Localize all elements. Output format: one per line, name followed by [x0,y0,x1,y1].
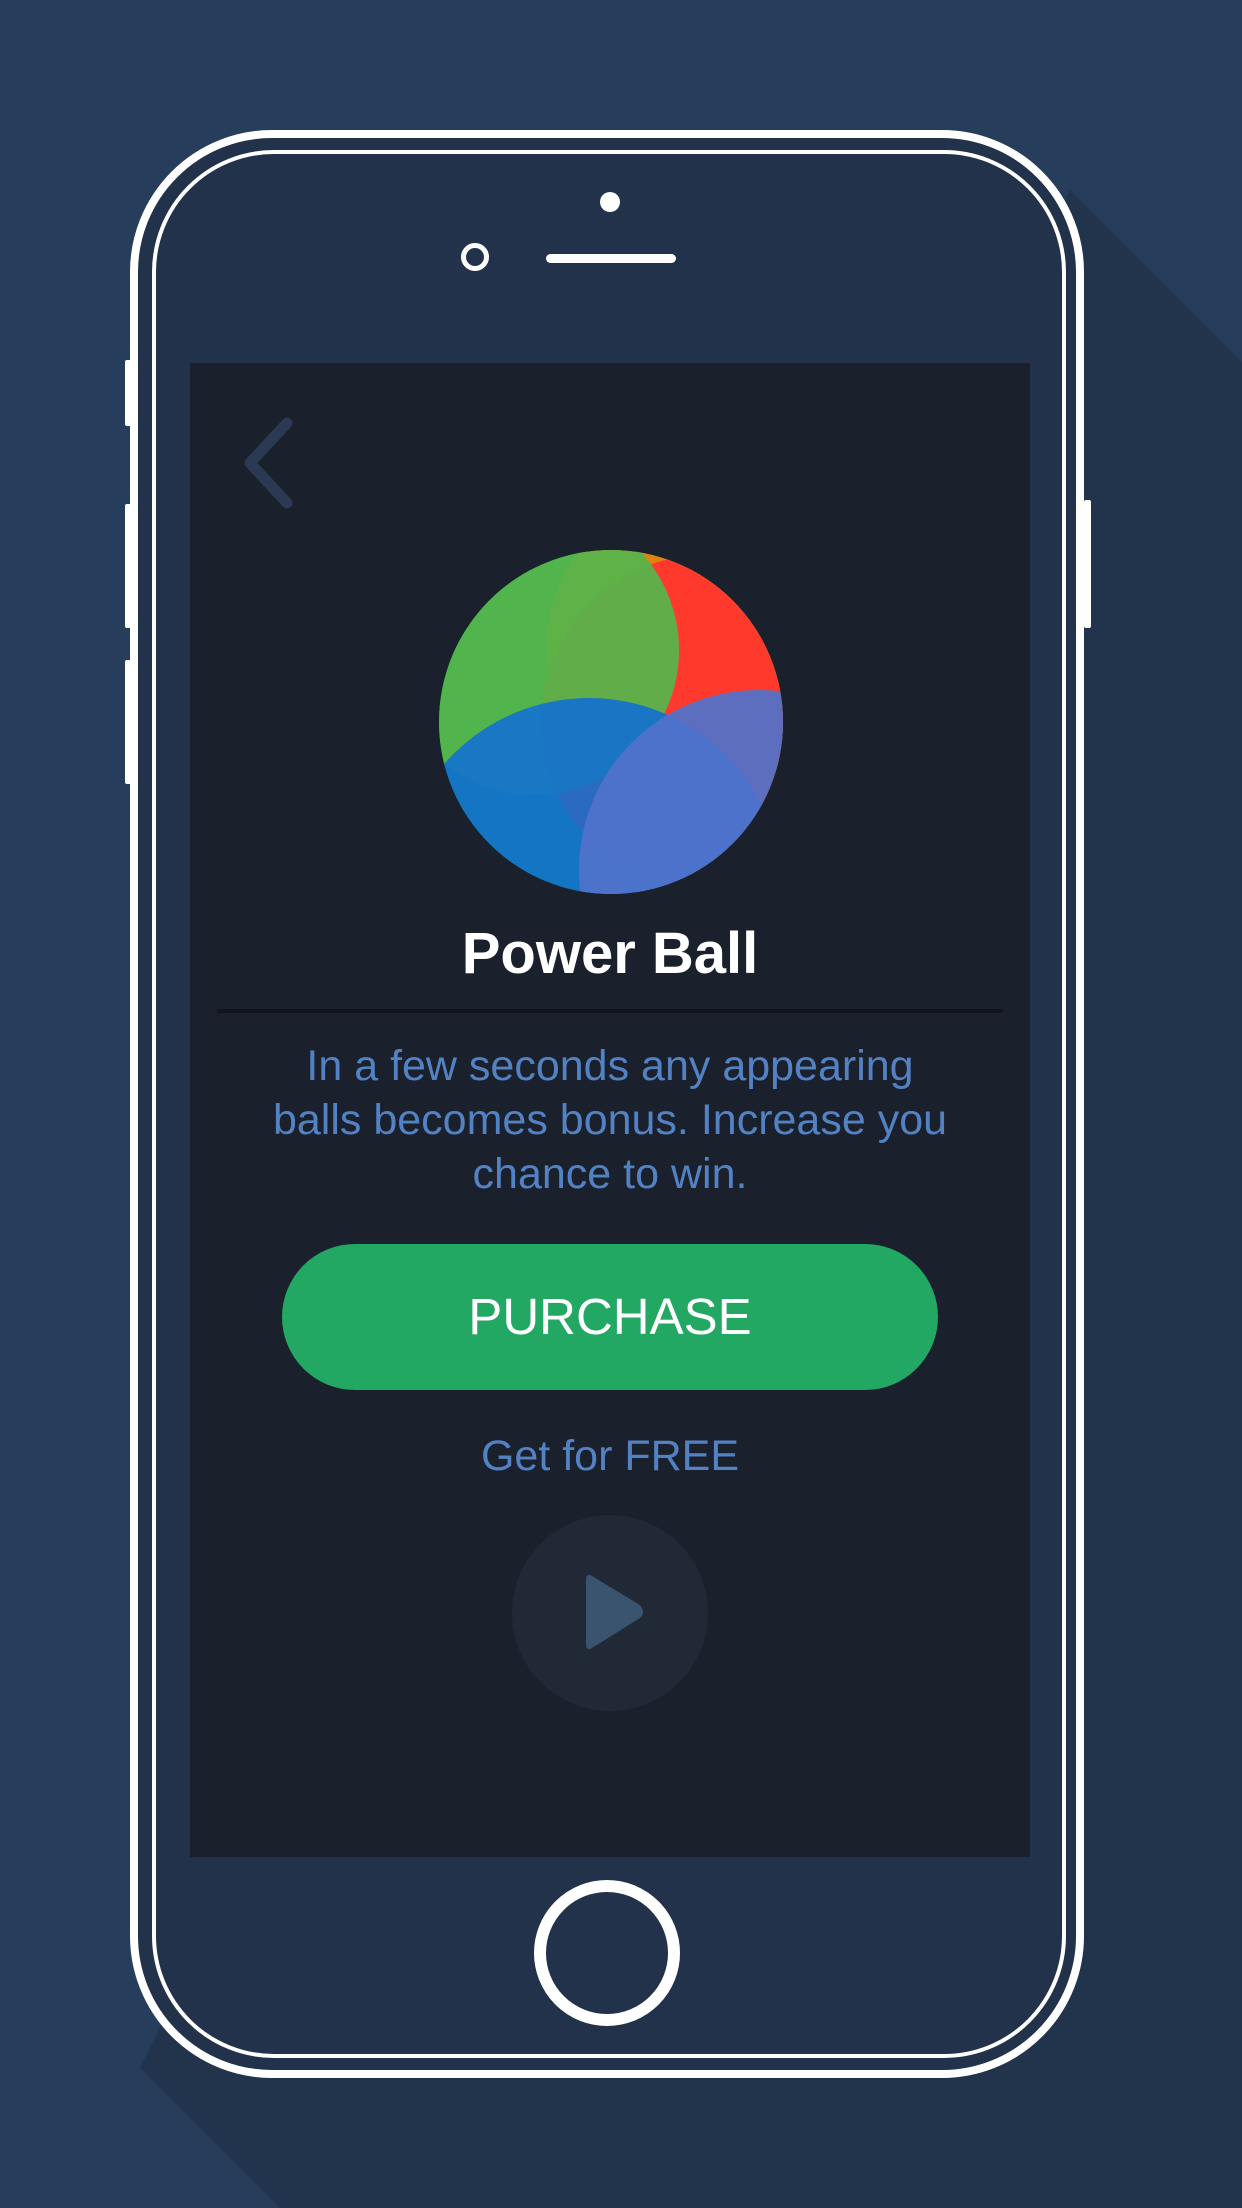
earpiece-speaker [546,254,676,263]
volume-down-button [125,660,132,784]
volume-up-button [125,504,132,628]
front-camera [461,243,489,271]
proximity-sensor [600,192,620,212]
watch-video-button[interactable] [512,1515,708,1711]
divider [217,1009,1003,1013]
chevron-left-icon[interactable] [240,413,310,513]
mute-switch [125,360,132,426]
product-title: Power Ball [461,921,759,986]
home-button[interactable] [534,1880,680,2026]
product-description: In a few seconds any appearing balls bec… [272,1042,948,1198]
power-button [1084,500,1091,628]
purchase-button[interactable]: PURCHASE [282,1244,938,1390]
power-ball-icon [439,550,783,894]
screen: Power Ball In a few seconds any appearin… [190,363,1030,1857]
play-icon [586,1575,643,1649]
get-for-free-link[interactable]: Get for FREE [190,1429,1030,1483]
